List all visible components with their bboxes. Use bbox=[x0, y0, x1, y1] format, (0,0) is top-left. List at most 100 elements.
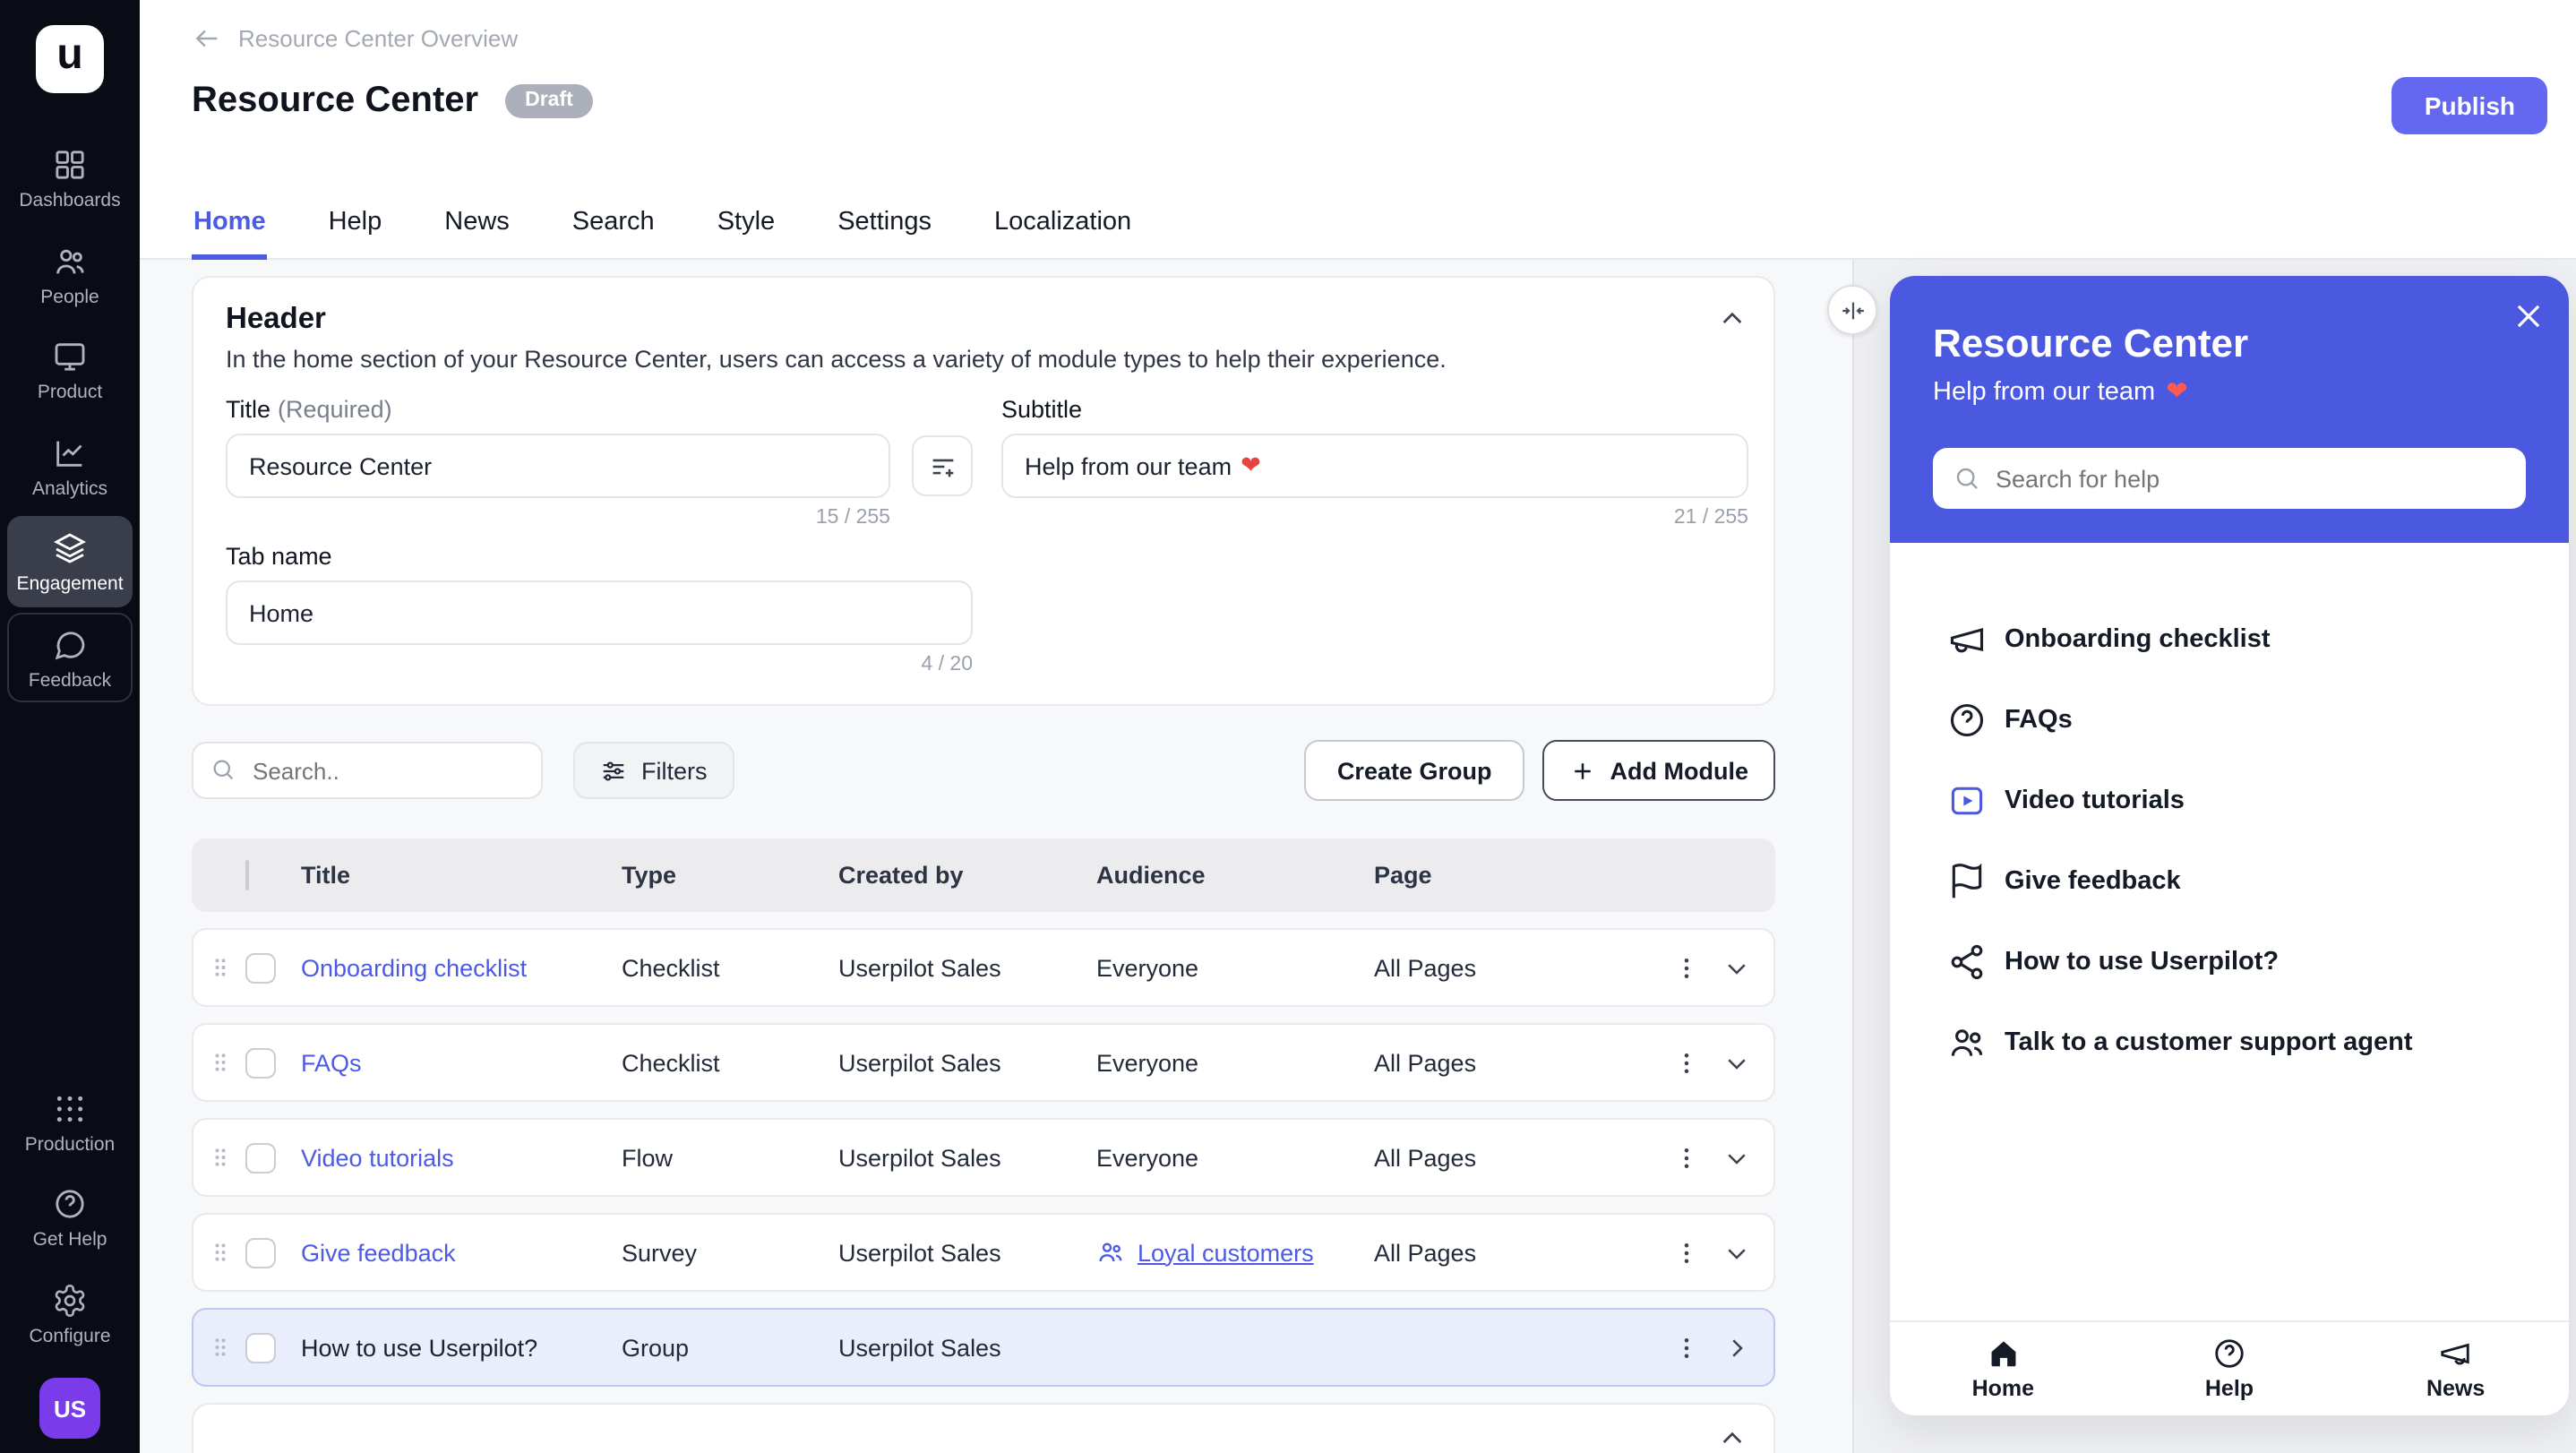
chevron-down-icon[interactable] bbox=[1723, 954, 1750, 981]
preview-nav-help[interactable]: Help bbox=[2117, 1322, 2343, 1415]
publish-button[interactable]: Publish bbox=[2392, 77, 2547, 134]
tab-style[interactable]: Style bbox=[716, 208, 777, 260]
module-title-link[interactable]: FAQs bbox=[301, 1049, 362, 1076]
table-row[interactable]: How to use Userpilot? Group Userpilot Sa… bbox=[192, 1308, 1775, 1387]
card-head: Header bbox=[226, 303, 1741, 337]
tab-search[interactable]: Search bbox=[571, 208, 657, 260]
preview-area: Resource Center Help from our team ❤ Onb… bbox=[1852, 260, 2576, 1453]
chevron-down-icon[interactable] bbox=[1723, 1239, 1750, 1266]
user-avatar[interactable]: US bbox=[39, 1378, 100, 1439]
tab-help[interactable]: Help bbox=[327, 208, 384, 260]
get-help-icon bbox=[52, 1186, 88, 1222]
audience-users-icon bbox=[1096, 1238, 1125, 1267]
preview-item-faqs[interactable]: FAQs bbox=[1890, 679, 2569, 760]
row-menu-icon[interactable] bbox=[1673, 1144, 1700, 1171]
subtitle-char-count: 21 / 255 bbox=[1001, 507, 1748, 529]
modules-search bbox=[192, 742, 543, 799]
column-audience: Audience bbox=[1096, 862, 1374, 889]
collapse-preview-button[interactable] bbox=[1827, 285, 1877, 335]
breadcrumb[interactable]: Resource Center Overview bbox=[192, 23, 518, 54]
row-menu-icon[interactable] bbox=[1673, 1049, 1700, 1076]
collapse-arrows-icon bbox=[1839, 297, 1866, 323]
select-all-checkbox[interactable] bbox=[245, 860, 249, 890]
drag-handle-icon[interactable] bbox=[208, 1050, 233, 1075]
row-checkbox[interactable] bbox=[245, 952, 276, 983]
module-created-by: Userpilot Sales bbox=[838, 1049, 1096, 1076]
row-checkbox[interactable] bbox=[245, 1332, 276, 1363]
sidebar-item-feedback[interactable]: Feedback bbox=[7, 612, 133, 702]
row-checkbox[interactable] bbox=[245, 1142, 276, 1173]
row-menu-icon[interactable] bbox=[1673, 1334, 1700, 1361]
column-type: Type bbox=[622, 862, 838, 889]
drag-handle-icon[interactable] bbox=[208, 955, 233, 980]
audience-segment-link[interactable]: Loyal customers bbox=[1096, 1238, 1374, 1267]
chevron-up-icon[interactable] bbox=[1718, 1424, 1747, 1453]
chevron-right-icon[interactable] bbox=[1723, 1334, 1750, 1361]
modules-search-input[interactable] bbox=[192, 742, 543, 799]
text-template-button[interactable] bbox=[912, 435, 973, 496]
chevron-down-icon[interactable] bbox=[1723, 1049, 1750, 1076]
sidebar-item-configure[interactable]: Configure bbox=[7, 1268, 133, 1358]
group-title[interactable]: How to use Userpilot? bbox=[301, 1334, 537, 1361]
filters-button[interactable]: Filters bbox=[573, 742, 734, 799]
title-input[interactable] bbox=[226, 434, 890, 498]
tab-news[interactable]: News bbox=[442, 208, 511, 260]
preview-item-video-tutorials[interactable]: Video tutorials bbox=[1890, 760, 2569, 840]
userpilot-logo[interactable]: u bbox=[36, 25, 104, 93]
preview-item-onboarding-checklist[interactable]: Onboarding checklist bbox=[1890, 598, 2569, 679]
preview-item-label: FAQs bbox=[2005, 705, 2073, 734]
tab-name-field-label: Tab name bbox=[226, 543, 332, 570]
sidebar-item-dashboards[interactable]: Dashboards bbox=[7, 133, 133, 223]
header-fields: Title (Required) 15 / 255 Subtitle Help … bbox=[226, 396, 1741, 675]
video-play-icon bbox=[1947, 780, 1987, 820]
card-title: Header bbox=[226, 303, 1741, 337]
drag-handle-icon[interactable] bbox=[208, 1240, 233, 1265]
tab-name-input[interactable] bbox=[226, 580, 973, 645]
module-audience: Everyone bbox=[1096, 1049, 1374, 1076]
row-checkbox[interactable] bbox=[245, 1047, 276, 1078]
chevron-up-icon[interactable] bbox=[1718, 305, 1747, 333]
sidebar-item-people[interactable]: People bbox=[7, 228, 133, 319]
sidebar-item-engagement[interactable]: Engagement bbox=[7, 516, 133, 606]
subtitle-input[interactable]: Help from our team ❤ bbox=[1001, 434, 1748, 498]
module-title-link[interactable]: Give feedback bbox=[301, 1239, 456, 1266]
help-circle-icon bbox=[2212, 1337, 2246, 1371]
configure-icon bbox=[52, 1282, 88, 1318]
drag-handle-icon[interactable] bbox=[208, 1335, 233, 1360]
module-title-link[interactable]: Video tutorials bbox=[301, 1144, 454, 1171]
back-arrow-icon[interactable] bbox=[192, 23, 222, 54]
tab-settings[interactable]: Settings bbox=[836, 208, 933, 260]
preview-search-input[interactable] bbox=[1933, 448, 2526, 509]
preview-nav-news[interactable]: News bbox=[2342, 1322, 2569, 1415]
sidebar-item-get-help[interactable]: Get Help bbox=[7, 1172, 133, 1262]
sidebar-item-analytics[interactable]: Analytics bbox=[7, 420, 133, 511]
table-row[interactable]: Give feedback Survey Userpilot Sales Loy… bbox=[192, 1213, 1775, 1292]
home-icon bbox=[1986, 1337, 2020, 1371]
preview-item-give-feedback[interactable]: Give feedback bbox=[1890, 840, 2569, 921]
tab-home[interactable]: Home bbox=[192, 208, 268, 260]
drag-handle-icon[interactable] bbox=[208, 1145, 233, 1170]
subtitle-field-label: Subtitle bbox=[1001, 396, 1082, 423]
table-row[interactable]: FAQs Checklist Userpilot Sales Everyone … bbox=[192, 1023, 1775, 1102]
create-group-button[interactable]: Create Group bbox=[1305, 740, 1524, 801]
preview-nav-home[interactable]: Home bbox=[1890, 1322, 2117, 1415]
sidebar-item-production[interactable]: Production bbox=[7, 1076, 133, 1166]
page-header: Resource Center Overview Resource Center… bbox=[140, 0, 2576, 260]
add-module-button[interactable]: Add Module bbox=[1542, 740, 1776, 801]
chevron-down-icon[interactable] bbox=[1723, 1144, 1750, 1171]
preview-item-how-to-use-userpilot[interactable]: How to use Userpilot? bbox=[1890, 921, 2569, 1002]
row-checkbox[interactable] bbox=[245, 1237, 276, 1268]
dashboards-icon bbox=[52, 147, 88, 183]
sidebar-item-label: People bbox=[40, 288, 99, 306]
preview-item-talk-to-support[interactable]: Talk to a customer support agent bbox=[1890, 1002, 2569, 1082]
sidebar-item-product[interactable]: Product bbox=[7, 324, 133, 415]
module-title-link[interactable]: Onboarding checklist bbox=[301, 954, 527, 981]
table-row[interactable]: Video tutorials Flow Userpilot Sales Eve… bbox=[192, 1118, 1775, 1197]
table-row[interactable]: Onboarding checklist Checklist Userpilot… bbox=[192, 928, 1775, 1007]
modules-toolbar: Filters Create Group Add Module bbox=[192, 740, 1775, 801]
close-icon[interactable] bbox=[2512, 299, 2546, 333]
row-menu-icon[interactable] bbox=[1673, 1239, 1700, 1266]
row-menu-icon[interactable] bbox=[1673, 954, 1700, 981]
tab-localization[interactable]: Localization bbox=[992, 208, 1133, 260]
module-page: All Pages bbox=[1374, 1049, 1666, 1076]
